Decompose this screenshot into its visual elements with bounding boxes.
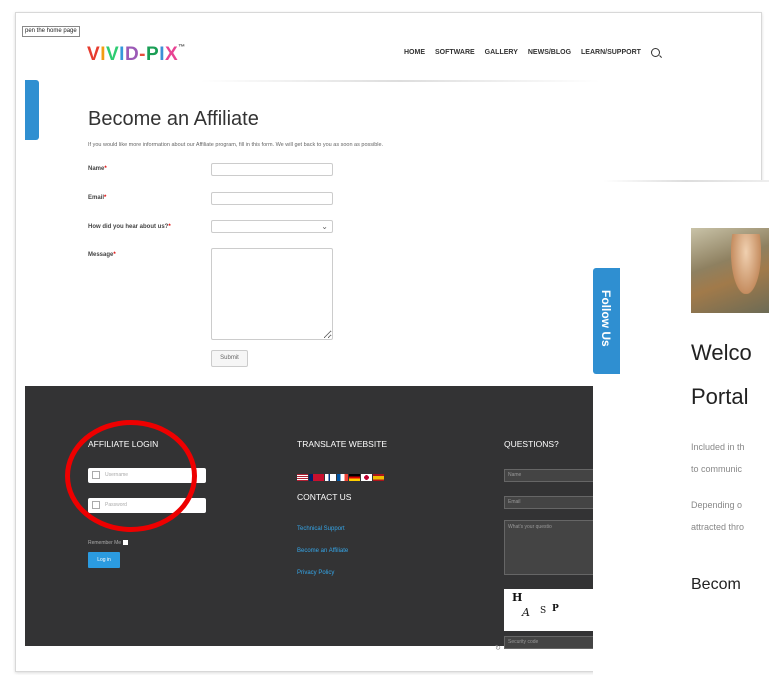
message-textarea[interactable] — [211, 248, 333, 340]
hear-label-text: How did you hear about us? — [88, 224, 169, 230]
translate-heading: TRANSLATE WEBSITE — [297, 439, 388, 449]
photo-figure — [731, 234, 761, 294]
hero-photo — [691, 228, 769, 313]
portal-page: Welco Portal Included in th to communic … — [593, 180, 769, 675]
submit-button[interactable]: Submit — [211, 350, 248, 367]
header-divider — [603, 180, 769, 182]
remember-me[interactable]: Remember Me — [88, 540, 129, 546]
logo-letter: - — [139, 44, 146, 65]
nav-gallery[interactable]: GALLERY — [485, 49, 518, 56]
nav-news-blog[interactable]: NEWS/BLOG — [528, 49, 571, 56]
become-heading: Becom — [691, 576, 741, 593]
remember-checkbox[interactable] — [123, 540, 129, 545]
side-tab[interactable] — [25, 80, 39, 140]
required-mark: * — [168, 224, 171, 230]
trademark: ™ — [178, 44, 186, 51]
form-intro: If you would like more information about… — [88, 142, 384, 148]
highlight-circle — [65, 420, 197, 532]
intro-text-line2: to communic — [691, 464, 743, 474]
intro-text-line3: Depending o — [691, 500, 743, 510]
search-icon[interactable] — [650, 48, 660, 57]
flag-es-icon[interactable] — [373, 474, 384, 481]
contact-heading: CONTACT US — [297, 492, 352, 502]
name-input[interactable] — [211, 163, 333, 176]
message-label: Message* — [88, 252, 116, 258]
flag-uk-icon[interactable] — [309, 474, 324, 481]
hear-select[interactable]: ⌄ — [211, 220, 333, 233]
flag-fi-icon[interactable] — [325, 474, 336, 481]
question-name-input[interactable]: Name — [504, 469, 594, 482]
intro-text-line4: attracted thro — [691, 522, 745, 532]
message-label-text: Message — [88, 252, 114, 258]
header-divider — [200, 80, 600, 82]
required-mark: * — [104, 166, 107, 172]
nav-software[interactable]: SOFTWARE — [435, 49, 475, 56]
link-technical-support[interactable]: Technical Support — [297, 526, 345, 532]
tooltip: pen the home page — [22, 26, 80, 37]
flag-fr-icon[interactable] — [337, 474, 348, 481]
security-code-input[interactable]: Security code — [504, 636, 594, 649]
flag-us-icon[interactable] — [297, 474, 308, 481]
nav-home[interactable]: HOME — [404, 49, 425, 56]
name-label-text: Name — [88, 166, 105, 172]
logo-letter: D — [124, 44, 140, 65]
flag-de-icon[interactable] — [349, 474, 360, 481]
logo-letter: X — [164, 44, 179, 65]
page-title: Become an Affiliate — [88, 108, 259, 130]
captcha-char: P — [552, 604, 559, 614]
remember-label: Remember Me — [88, 540, 122, 546]
link-privacy-policy[interactable]: Privacy Policy — [297, 570, 334, 576]
welcome-heading-line1: Welco — [691, 340, 752, 365]
captcha-char: H — [512, 591, 523, 604]
welcome-heading-line2: Portal — [691, 384, 749, 409]
vivid-pix-logo[interactable]: VIVID-PIX™ — [87, 44, 186, 66]
flag-jp-icon[interactable] — [361, 474, 372, 481]
follow-us-tab[interactable]: Follow Us — [593, 268, 620, 374]
captcha-char: S — [540, 606, 547, 616]
chevron-down-icon: ⌄ — [321, 222, 328, 231]
question-email-input[interactable]: Email — [504, 496, 594, 509]
name-label: Name* — [88, 166, 107, 172]
language-flags — [297, 474, 384, 481]
logo-letter: V — [87, 44, 101, 65]
captcha-image: H A S P — [504, 589, 594, 631]
follow-us-label: Follow Us — [599, 290, 613, 347]
questions-heading: QUESTIONS? — [504, 439, 559, 449]
nav-learn-support[interactable]: LEARN/SUPPORT — [581, 49, 641, 56]
main-nav: HOME SOFTWARE GALLERY NEWS/BLOG LEARN/SU… — [404, 48, 660, 57]
logo-letter: V — [105, 44, 120, 65]
login-button[interactable]: Log in — [88, 552, 120, 568]
intro-text-line1: Included in th — [691, 442, 745, 452]
email-label: Email* — [88, 195, 106, 201]
hear-label: How did you hear about us?* — [88, 224, 171, 230]
required-mark: * — [113, 252, 116, 258]
email-input[interactable] — [211, 192, 333, 205]
question-textarea[interactable]: What's your questio — [504, 520, 594, 575]
refresh-icon[interactable]: ↻ — [495, 644, 501, 652]
email-label-text: Email — [88, 195, 105, 201]
logo-letter: P — [146, 44, 160, 65]
required-mark: * — [104, 195, 107, 201]
captcha-char: A — [522, 606, 530, 619]
link-become-affiliate[interactable]: Become an Affiliate — [297, 548, 348, 554]
